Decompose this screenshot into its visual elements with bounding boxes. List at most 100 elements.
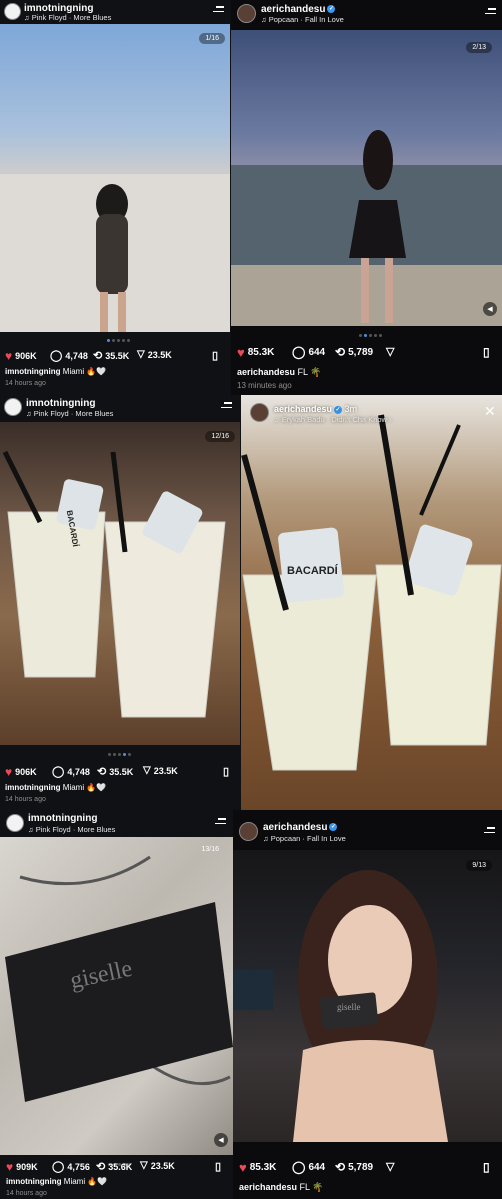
username[interactable]: imnotningning: [28, 813, 97, 824]
post-photo[interactable]: giselle 13/16 ◀: [0, 837, 233, 1155]
comment-button[interactable]: ◯ 644: [292, 1160, 325, 1174]
comment-button[interactable]: ◯ 644: [292, 345, 325, 359]
menu-icon[interactable]: [221, 402, 232, 409]
song-label[interactable]: ♫ Popcaan · Fall In Love: [261, 15, 344, 24]
heart-icon: ♥: [5, 349, 13, 363]
like-button[interactable]: ♥ 906K: [5, 765, 37, 779]
comment-button[interactable]: ◯ 4,748: [52, 765, 90, 778]
avatar[interactable]: [250, 403, 269, 422]
share-icon: ▽: [386, 346, 395, 358]
repost-button[interactable]: ⟲ 5,789: [335, 1160, 373, 1174]
timestamp: 14 hours ago: [6, 1190, 47, 1197]
avatar[interactable]: [4, 3, 21, 20]
image-counter: 12/16: [205, 431, 235, 442]
close-icon[interactable]: ✕: [484, 403, 496, 420]
bookmark-icon[interactable]: ▯: [483, 345, 490, 359]
caption: aerichandesu FL 🌴: [239, 1182, 324, 1192]
timestamp: 14 hours ago: [5, 380, 46, 387]
post-6: aerichandesu ✓ ♫ Popcaan · Fall In Love g…: [233, 810, 502, 1199]
music-icon: ♫: [261, 15, 269, 24]
menu-icon[interactable]: [213, 6, 224, 13]
share-icon: ▽: [140, 1160, 148, 1171]
sound-icon[interactable]: ◀: [214, 1133, 228, 1147]
share-icon: ▽: [386, 1161, 395, 1173]
share-button[interactable]: ▽ 23.5K: [140, 1160, 175, 1171]
repost-icon: ⟲: [335, 345, 346, 359]
avatar[interactable]: [6, 814, 24, 832]
story-username[interactable]: aerichandesu ✓ 3m: [274, 404, 357, 414]
menu-icon[interactable]: [215, 818, 226, 825]
avatar[interactable]: [239, 822, 258, 841]
like-button[interactable]: ♥ 85.3K: [237, 345, 274, 360]
username[interactable]: aerichandesu ✓: [261, 4, 336, 15]
song-label[interactable]: ♫ Pink Floyd · More Blues: [28, 825, 115, 834]
post-5: imnotningning ♫ Pink Floyd · More Blues …: [0, 810, 233, 1199]
share-button[interactable]: ▽: [386, 1160, 394, 1173]
post-photo[interactable]: giselle 9/13: [233, 850, 502, 1142]
music-icon: ♫: [24, 13, 32, 22]
avatar[interactable]: [4, 398, 22, 416]
comment-icon: ◯: [52, 766, 65, 778]
music-icon: ♫: [263, 834, 271, 843]
image-counter: 1/16: [199, 33, 225, 44]
repost-icon: ⟲: [93, 350, 103, 362]
heart-icon: ♥: [6, 1160, 14, 1174]
repost-button[interactable]: ⟲ 35.6K: [96, 1160, 132, 1173]
comment-button[interactable]: ◯ 4,748: [50, 349, 88, 362]
heart-icon: ♥: [237, 345, 245, 360]
story-time: 3m: [344, 404, 358, 414]
username[interactable]: imnotningning: [26, 398, 95, 409]
like-button[interactable]: ♥ 906K: [5, 349, 37, 363]
bookmark-icon[interactable]: ▯: [483, 1160, 490, 1174]
share-button[interactable]: ▽: [386, 345, 394, 358]
carousel-dots: [108, 753, 131, 756]
bookmark-icon[interactable]: ▯: [215, 1160, 221, 1173]
drinks-scene: [241, 414, 502, 771]
verified-icon: ✓: [329, 823, 338, 832]
share-button[interactable]: ▽ 23.5K: [143, 765, 178, 776]
post-photo[interactable]: BACARDÍ 12/16: [0, 422, 240, 745]
post-3: imnotningning ♫ Pink Floyd · More Blues …: [0, 395, 240, 810]
music-icon: ♫: [274, 415, 282, 424]
card-scene: [5, 855, 233, 1102]
verified-icon: ✓: [334, 405, 343, 414]
share-icon: ▽: [143, 765, 151, 776]
repost-button[interactable]: ⟲ 35.5K: [93, 349, 129, 362]
beach-scene: [0, 174, 230, 332]
comment-button[interactable]: ◯ 4,756: [52, 1160, 90, 1173]
caption: imnotningning Miami 🔥🤍: [5, 367, 107, 376]
image-counter: 13/16: [201, 846, 219, 853]
post-1: imnotningning ♫ Pink Floyd · More Blues …: [0, 0, 230, 392]
menu-icon[interactable]: [484, 827, 495, 834]
story-song[interactable]: ♫ Erykah Badu · Didn't Cha Know ›: [274, 415, 392, 424]
heart-icon: ♥: [239, 1160, 247, 1175]
business-card-text: giselle: [337, 1002, 361, 1012]
heart-icon: ♥: [5, 765, 13, 779]
song-label[interactable]: ♫ Popcaan · Fall In Love: [263, 834, 346, 843]
story[interactable]: BACARDÍ aerichandesu ✓ 3m ♫ Erykah Badu ·…: [241, 395, 502, 810]
verified-icon: ✓: [327, 5, 336, 14]
menu-icon[interactable]: [485, 8, 496, 15]
post-photo[interactable]: 1/16: [0, 24, 230, 332]
bookmark-icon[interactable]: ▯: [223, 765, 229, 778]
image-counter: 9/13: [466, 860, 492, 871]
repost-button[interactable]: ⟲ 35.5K: [97, 765, 133, 778]
song-label[interactable]: ♫ Pink Floyd · More Blues: [26, 409, 113, 418]
post-photo[interactable]: 2/13 ◀: [231, 30, 502, 326]
music-icon: ♫: [28, 825, 36, 834]
share-button[interactable]: ▽ 23.5K: [137, 349, 172, 360]
like-button[interactable]: ♥ 85.3K: [239, 1160, 276, 1175]
bookmark-icon[interactable]: ▯: [212, 349, 218, 362]
like-button[interactable]: ♥ 909K: [6, 1160, 38, 1174]
sound-icon[interactable]: ◀: [483, 302, 497, 316]
comment-icon: ◯: [292, 345, 306, 359]
repost-icon: ⟲: [97, 766, 107, 778]
share-icon: ▽: [137, 349, 145, 360]
repost-button[interactable]: ⟲ 5,789: [335, 345, 373, 359]
music-icon: ♫: [26, 409, 34, 418]
avatar[interactable]: [237, 4, 256, 23]
song-label[interactable]: ♫ Pink Floyd · More Blues: [24, 13, 111, 22]
drinks-scene: [2, 450, 226, 718]
username[interactable]: aerichandesu ✓: [263, 822, 338, 833]
image-counter: 2/13: [466, 42, 492, 53]
